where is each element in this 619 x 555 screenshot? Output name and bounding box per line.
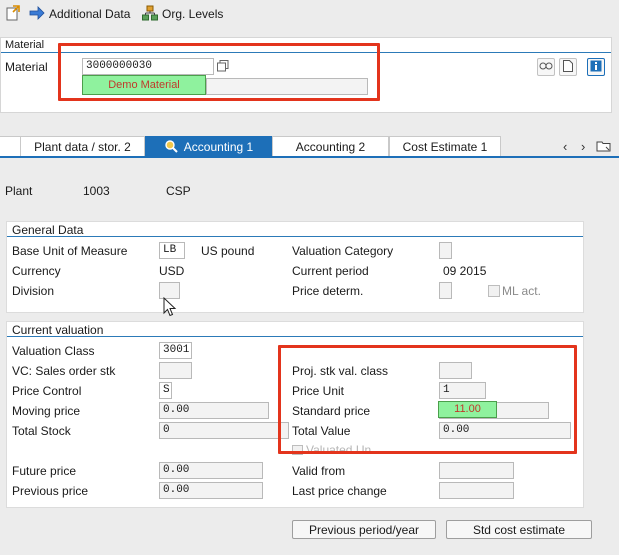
tab-label: Plant data / stor. 2 xyxy=(34,140,131,154)
material-section-title: Material xyxy=(5,39,45,51)
info-button[interactable] xyxy=(587,58,605,76)
valuation-category-label: Valuation Category xyxy=(292,244,394,258)
tab-cost-estimate-1[interactable]: Cost Estimate 1 xyxy=(389,136,501,157)
valid-from-field[interactable] xyxy=(439,462,514,479)
moving-price-label: Moving price xyxy=(12,404,81,418)
previous-price-field[interactable]: 0.00 xyxy=(159,482,263,499)
std-cost-estimate-button[interactable]: Std cost estimate xyxy=(446,520,592,539)
current-period-label: Current period xyxy=(292,264,369,278)
document-button[interactable] xyxy=(559,58,577,76)
document-arrow-icon xyxy=(5,4,21,24)
chevron-right-icon[interactable]: › xyxy=(581,139,593,154)
valuation-class-label: Valuation Class xyxy=(12,344,95,358)
additional-data-button[interactable]: Additional Data xyxy=(29,5,130,23)
toolbar: Additional Data Org. Levels xyxy=(0,0,619,28)
total-stock-label: Total Stock xyxy=(12,424,71,438)
arrow-right-icon xyxy=(29,5,45,23)
previous-price-label: Previous price xyxy=(12,484,89,498)
button-label: Previous period/year xyxy=(308,522,420,537)
valuation-category-field[interactable] xyxy=(439,242,452,259)
last-price-change-label: Last price change xyxy=(292,484,387,498)
additional-data-label: Additional Data xyxy=(49,7,131,21)
ml-act-label: ML act. xyxy=(502,284,541,298)
search-gear-icon xyxy=(164,139,178,156)
price-highlight-box xyxy=(278,345,577,454)
vc-sales-order-label: VC: Sales order stk xyxy=(12,364,116,378)
org-levels-label: Org. Levels xyxy=(162,7,224,21)
vc-sales-order-field[interactable] xyxy=(159,362,192,379)
document-icon xyxy=(563,59,573,75)
tab-label: Accounting 2 xyxy=(295,140,366,154)
glasses-icon xyxy=(539,60,553,74)
general-data-title: General Data xyxy=(12,223,84,237)
future-price-field[interactable]: 0.00 xyxy=(159,462,263,479)
button-label: Std cost estimate xyxy=(472,522,566,537)
ml-act-checkbox[interactable] xyxy=(488,285,500,297)
division-label: Division xyxy=(12,284,55,298)
display-hierarchy-button[interactable] xyxy=(537,58,555,76)
material-label: Material xyxy=(5,60,48,74)
tab-label: Cost Estimate 1 xyxy=(402,140,488,154)
previous-period-button[interactable]: Previous period/year xyxy=(292,520,436,539)
mouse-cursor-icon xyxy=(163,296,177,320)
price-determ-label: Price determ. xyxy=(292,284,364,298)
valid-from-label: Valid from xyxy=(292,464,346,478)
price-control-field[interactable]: S xyxy=(159,382,172,399)
plant-name: CSP xyxy=(166,184,191,198)
total-stock-field[interactable]: 0 xyxy=(159,422,289,439)
tab-accounting-2[interactable]: Accounting 2 xyxy=(272,136,389,157)
last-price-change-field[interactable] xyxy=(439,482,514,499)
price-control-label: Price Control xyxy=(12,384,82,398)
valuation-class-field[interactable]: 3001 xyxy=(159,342,192,359)
tab-spacer xyxy=(0,136,20,157)
base-uom-text: US pound xyxy=(201,244,255,258)
plant-label: Plant xyxy=(5,184,33,198)
plant-code: 1003 xyxy=(83,184,110,198)
info-icon xyxy=(590,60,602,75)
org-hierarchy-icon xyxy=(142,5,158,24)
future-price-label: Future price xyxy=(12,464,77,478)
currency-label: Currency xyxy=(12,264,61,278)
tab-label: Accounting 1 xyxy=(183,140,254,154)
tab-accounting-1[interactable]: Accounting 1 xyxy=(145,136,272,157)
chevron-left-icon[interactable]: ‹ xyxy=(563,139,575,154)
tab-plant-data-stor-2[interactable]: Plant data / stor. 2 xyxy=(20,136,145,157)
org-levels-button[interactable]: Org. Levels xyxy=(142,5,223,23)
base-uom-label: Base Unit of Measure xyxy=(12,244,128,258)
moving-price-field[interactable]: 0.00 xyxy=(159,402,269,419)
currency-value: USD xyxy=(159,264,185,278)
current-valuation-rule xyxy=(7,336,583,337)
material-highlight-box xyxy=(58,43,380,101)
current-period-value: 09 2015 xyxy=(443,264,487,278)
new-entry-button[interactable] xyxy=(5,4,21,24)
general-data-rule xyxy=(7,236,583,237)
price-determ-field[interactable] xyxy=(439,282,452,299)
tab-underline xyxy=(0,156,619,158)
current-valuation-title: Current valuation xyxy=(12,323,104,337)
tabstrip: Plant data / stor. 2 Accounting 1 Accoun… xyxy=(0,136,619,158)
base-uom-field[interactable]: LB xyxy=(159,242,185,259)
tab-list-icon[interactable] xyxy=(596,139,612,156)
